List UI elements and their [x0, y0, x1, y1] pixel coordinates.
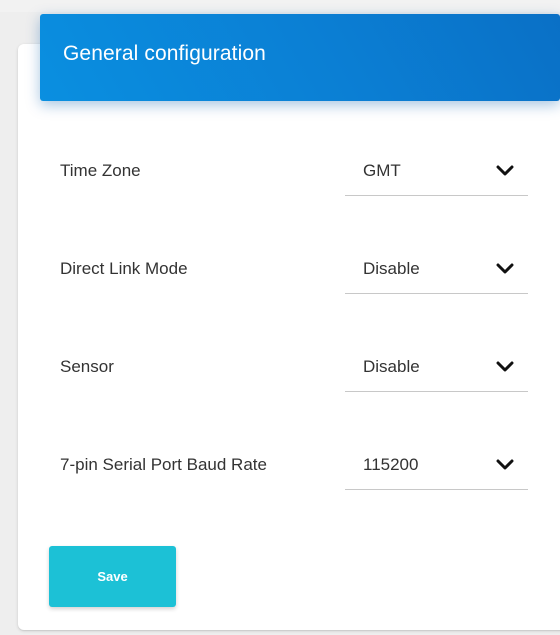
baud-rate-row: 7-pin Serial Port Baud Rate 115200 [60, 445, 530, 490]
config-card [18, 44, 560, 630]
page: General configuration Time Zone GMT Dire… [0, 0, 560, 635]
chevron-down-icon [496, 165, 514, 176]
save-button[interactable]: Save [49, 546, 176, 607]
chevron-down-icon [496, 361, 514, 372]
time-zone-label: Time Zone [60, 161, 141, 180]
card-header: General configuration [40, 14, 560, 101]
time-zone-value: GMT [363, 161, 401, 180]
baud-rate-value: 115200 [363, 455, 419, 474]
sensor-value: Disable [363, 357, 420, 376]
time-zone-row: Time Zone GMT [60, 151, 530, 196]
direct-link-mode-row: Direct Link Mode Disable [60, 249, 530, 294]
baud-rate-label: 7-pin Serial Port Baud Rate [60, 455, 267, 474]
direct-link-mode-label: Direct Link Mode [60, 259, 188, 278]
card-title: General configuration [63, 42, 266, 65]
sensor-row: Sensor Disable [60, 347, 530, 392]
time-zone-select[interactable]: GMT [345, 151, 528, 196]
baud-rate-select[interactable]: 115200 [345, 445, 528, 490]
chevron-down-icon [496, 459, 514, 470]
direct-link-mode-select[interactable]: Disable [345, 249, 528, 294]
chevron-down-icon [496, 263, 514, 274]
sensor-label: Sensor [60, 357, 114, 376]
sensor-select[interactable]: Disable [345, 347, 528, 392]
top-strip [0, 0, 560, 12]
direct-link-mode-value: Disable [363, 259, 420, 278]
